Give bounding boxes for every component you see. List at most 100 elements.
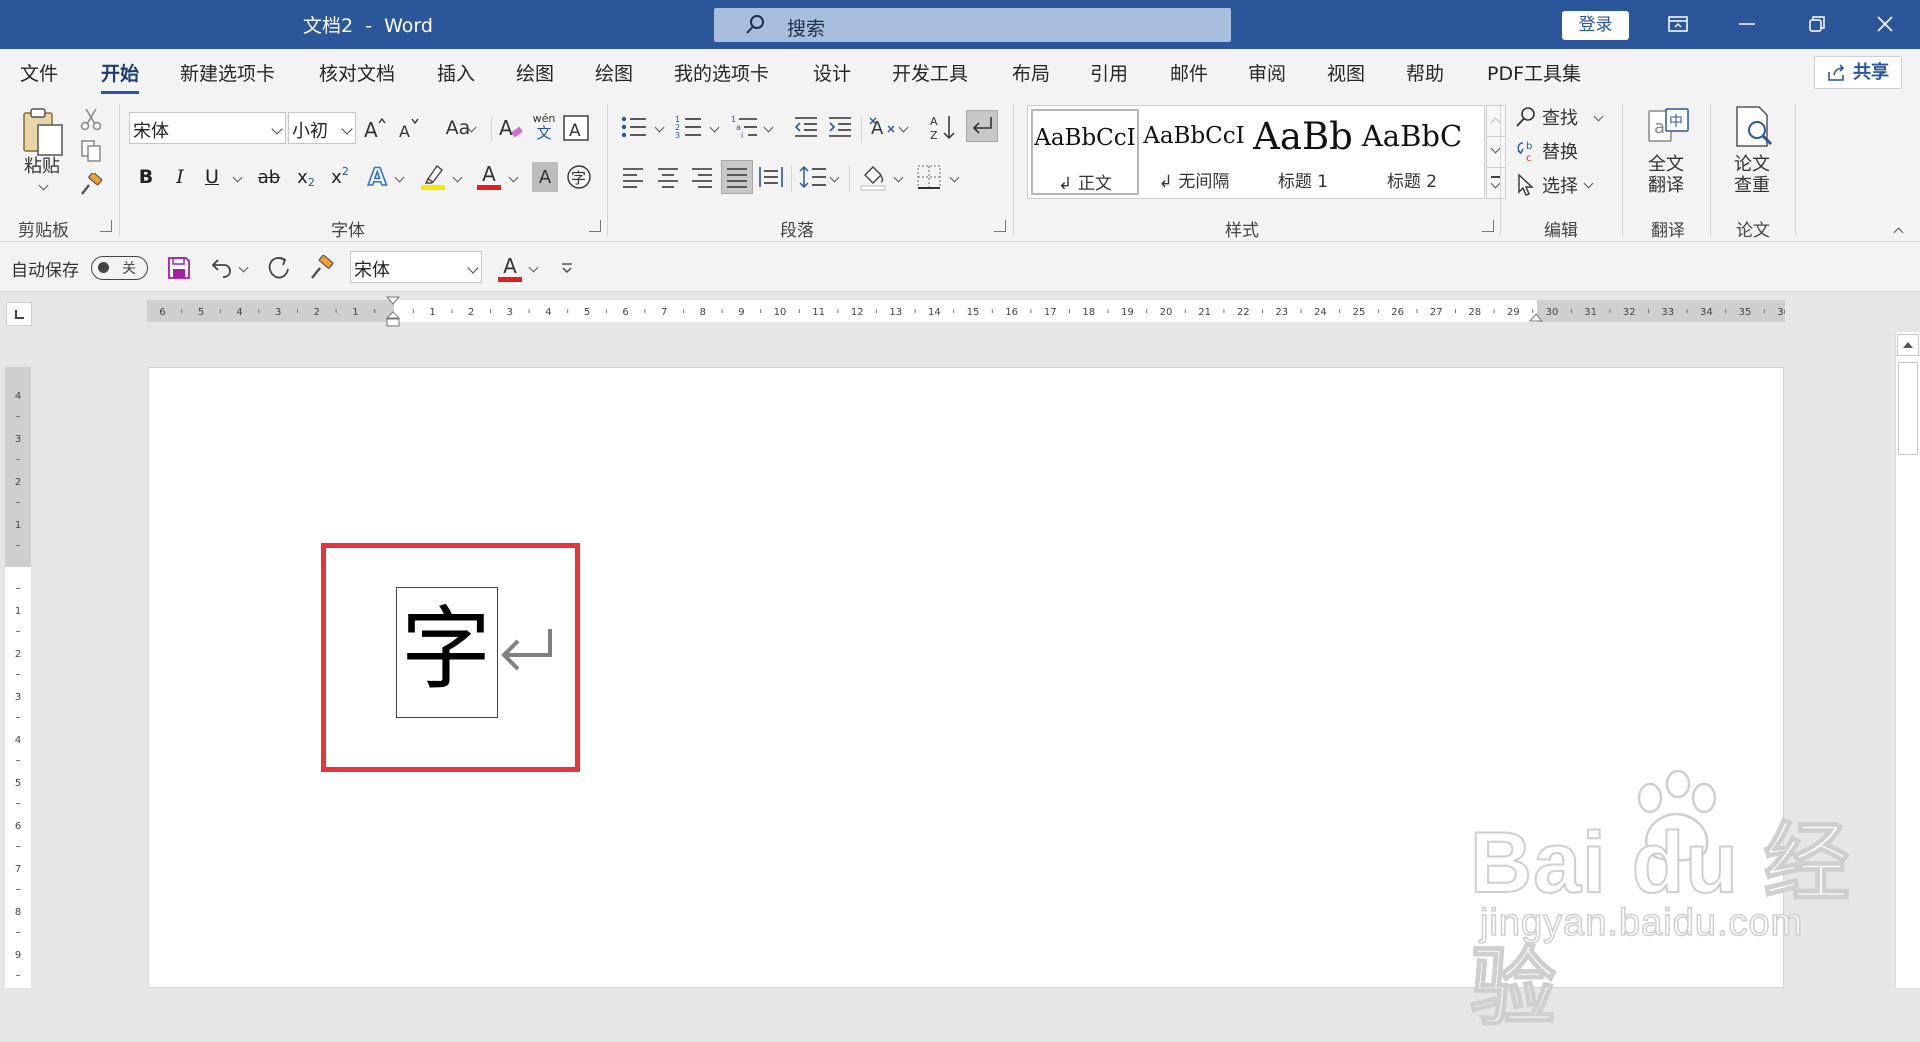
line-spacing-button[interactable] xyxy=(798,162,828,192)
bullets-dropdown[interactable] xyxy=(654,122,665,133)
align-right-button[interactable] xyxy=(688,162,716,192)
paste-dropdown[interactable] xyxy=(38,180,49,191)
font-size-combo[interactable]: 小初 xyxy=(288,112,356,144)
save-button[interactable] xyxy=(165,254,193,282)
character-border-button[interactable]: A xyxy=(561,112,591,144)
decrease-indent-button[interactable] xyxy=(792,112,820,142)
tab-layout[interactable]: 布局 xyxy=(1012,59,1050,86)
paper-check-button[interactable] xyxy=(1728,104,1778,150)
align-center-button[interactable] xyxy=(654,162,682,192)
enclosed-character[interactable]: 字 xyxy=(396,587,498,718)
highlight-button[interactable] xyxy=(418,160,448,192)
autosave-toggle[interactable]: 关 xyxy=(91,256,148,280)
qat-font-color-button[interactable]: A xyxy=(496,252,524,284)
shrink-font-button[interactable]: A xyxy=(396,112,422,144)
font-name-combo[interactable]: 宋体 xyxy=(129,112,286,144)
strikethrough-button[interactable]: ab xyxy=(254,162,284,192)
subscript-button[interactable]: x2 xyxy=(294,162,318,192)
styles-more-button[interactable] xyxy=(1487,167,1505,198)
enclose-characters-button[interactable]: 字 xyxy=(565,162,593,192)
bold-button[interactable]: B xyxy=(134,162,158,192)
redo-button[interactable] xyxy=(265,254,293,282)
vertical-ruler[interactable]: 4 3 2 1 1 2 3 4 5 6 7 8 9 xyxy=(5,367,31,988)
underline-button[interactable]: U xyxy=(200,162,224,192)
indent-markers[interactable] xyxy=(384,296,404,332)
superscript-button[interactable]: x2 xyxy=(328,162,352,192)
numbering-button[interactable]: 123 xyxy=(674,112,704,142)
style-normal[interactable]: AaBbCcI ↲ 正文 xyxy=(1031,109,1139,195)
underline-dropdown[interactable] xyxy=(232,172,243,183)
tab-my-tab[interactable]: 我的选项卡 xyxy=(674,59,769,86)
undo-dropdown[interactable] xyxy=(238,262,249,273)
line-spacing-dropdown[interactable] xyxy=(829,172,840,183)
cut-button[interactable] xyxy=(78,106,104,132)
tab-review[interactable]: 审阅 xyxy=(1248,59,1286,86)
tab-mailings[interactable]: 邮件 xyxy=(1170,59,1208,86)
shading-dropdown[interactable] xyxy=(893,172,904,183)
style-heading-2[interactable]: AaBbC 标题 2 xyxy=(1358,109,1466,195)
clear-formatting-button[interactable]: A xyxy=(497,112,525,144)
qat-font-combo[interactable]: 宋体 xyxy=(350,251,482,283)
scroll-up-button[interactable] xyxy=(1897,334,1919,356)
customize-qat-button[interactable] xyxy=(557,256,577,280)
borders-button[interactable] xyxy=(914,162,944,192)
tab-draw-1[interactable]: 绘图 xyxy=(516,59,554,86)
show-paragraph-marks-button[interactable] xyxy=(966,110,998,142)
font-launcher[interactable] xyxy=(589,220,601,232)
font-color-dropdown[interactable] xyxy=(508,172,519,183)
multilevel-list-button[interactable]: 1ai xyxy=(730,112,760,142)
close-button[interactable] xyxy=(1850,0,1920,49)
text-effects-button[interactable]: A xyxy=(365,160,393,192)
tab-file[interactable]: 文件 xyxy=(20,59,58,86)
styles-scroll-down[interactable] xyxy=(1487,136,1505,166)
paragraph-launcher[interactable] xyxy=(994,220,1006,232)
copy-button[interactable] xyxy=(78,138,104,164)
tab-pdf-tools[interactable]: PDF工具集 xyxy=(1487,59,1581,86)
replace-button[interactable]: bc 替换 xyxy=(1514,136,1614,166)
tab-home[interactable]: 开始 xyxy=(101,59,140,94)
clipboard-launcher[interactable] xyxy=(100,220,112,232)
scroll-thumb[interactable] xyxy=(1898,362,1918,455)
tab-selector-button[interactable] xyxy=(6,302,32,326)
tab-design[interactable]: 设计 xyxy=(813,59,851,86)
chinese-layout-button[interactable]: A xyxy=(867,112,897,142)
phonetic-guide-button[interactable]: wén 文 xyxy=(529,110,559,144)
restore-button[interactable] xyxy=(1782,0,1852,49)
distributed-button[interactable] xyxy=(757,162,785,192)
tab-help[interactable]: 帮助 xyxy=(1406,59,1444,86)
tab-check-doc[interactable]: 核对文档 xyxy=(319,59,395,86)
style-no-spacing[interactable]: AaBbCcI ↲ 无间隔 xyxy=(1140,109,1248,195)
login-button[interactable]: 登录 xyxy=(1562,11,1629,40)
search-box[interactable]: 搜索 xyxy=(714,8,1231,42)
tab-view[interactable]: 视图 xyxy=(1327,59,1365,86)
qat-font-color-dropdown[interactable] xyxy=(528,262,539,273)
character-shading-button[interactable]: A xyxy=(532,162,558,192)
right-indent-marker[interactable] xyxy=(1528,312,1544,326)
borders-dropdown[interactable] xyxy=(949,172,960,183)
multilevel-list-dropdown[interactable] xyxy=(763,122,774,133)
numbering-dropdown[interactable] xyxy=(709,122,720,133)
ribbon-display-options-button[interactable] xyxy=(1642,0,1712,49)
tab-references[interactable]: 引用 xyxy=(1090,59,1128,86)
collapse-ribbon-button[interactable] xyxy=(1893,227,1904,238)
minimize-button[interactable] xyxy=(1712,0,1782,49)
undo-button[interactable] xyxy=(207,254,235,282)
justify-button[interactable] xyxy=(721,160,753,194)
styles-launcher[interactable] xyxy=(1482,220,1494,232)
tab-developer[interactable]: 开发工具 xyxy=(892,59,968,86)
format-painter-button[interactable] xyxy=(78,172,104,198)
share-button[interactable]: 共享 xyxy=(1814,56,1902,89)
tab-new-tab[interactable]: 新建选项卡 xyxy=(180,59,275,86)
style-heading-1[interactable]: AaBb 标题 1 xyxy=(1249,109,1357,195)
align-left-button[interactable] xyxy=(619,162,647,192)
italic-button[interactable]: I xyxy=(168,162,192,192)
full-translate-button[interactable]: a中 xyxy=(1643,104,1693,150)
tab-draw-2[interactable]: 绘图 xyxy=(595,59,633,86)
tab-insert[interactable]: 插入 xyxy=(437,59,475,86)
chinese-layout-dropdown[interactable] xyxy=(898,122,909,133)
highlight-dropdown[interactable] xyxy=(452,172,463,183)
select-button[interactable]: 选择 xyxy=(1514,170,1614,200)
qat-format-painter-button[interactable] xyxy=(308,254,336,282)
styles-scroll-up[interactable] xyxy=(1487,106,1505,136)
font-color-button[interactable]: A xyxy=(474,160,504,192)
